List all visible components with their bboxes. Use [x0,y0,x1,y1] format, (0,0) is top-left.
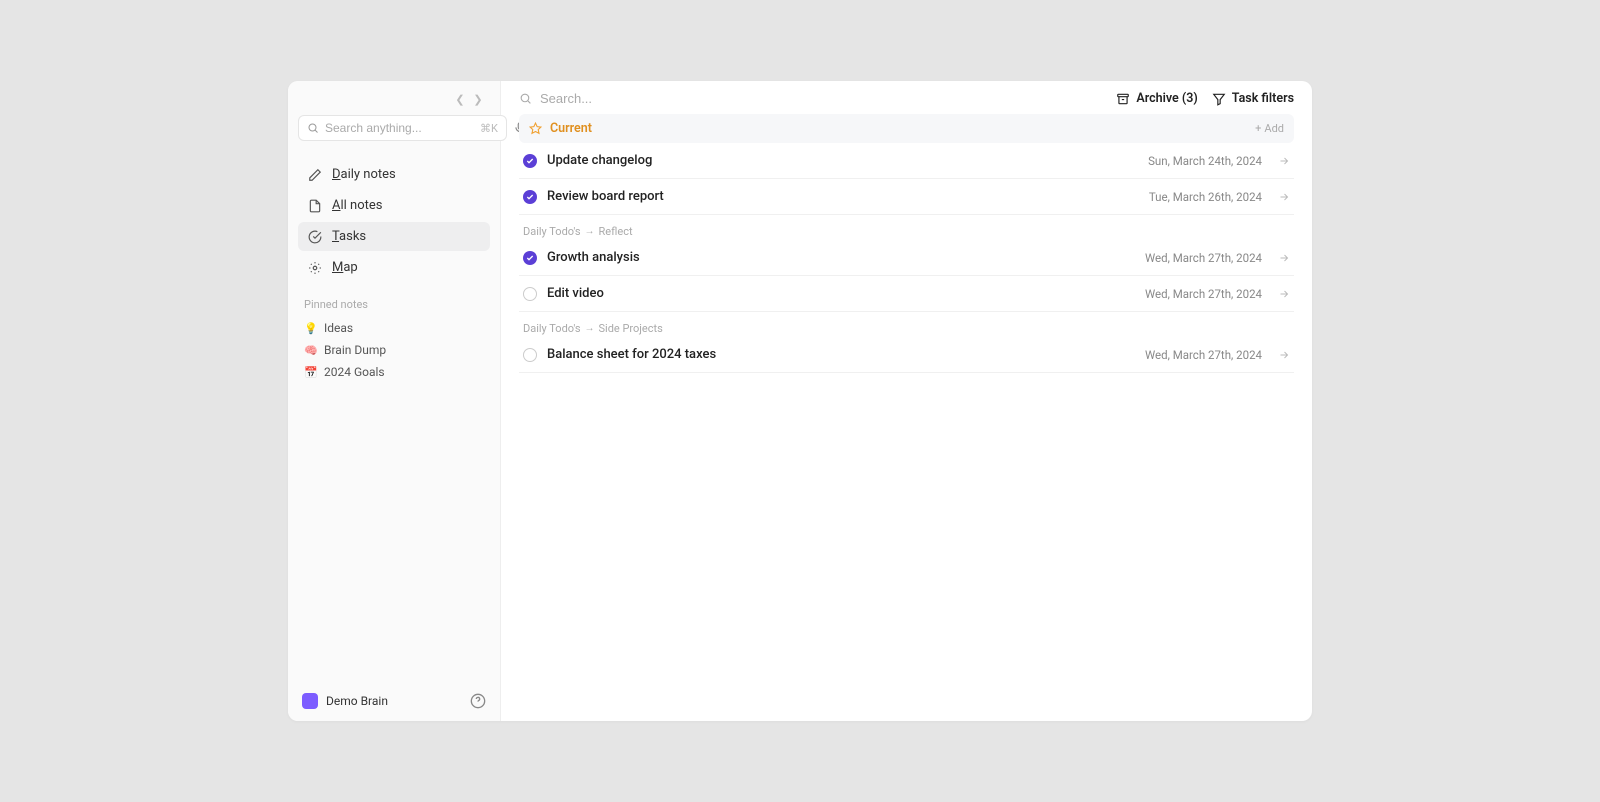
pinned-label: Brain Dump [324,343,386,357]
sidebar-search[interactable]: ⌘K [298,115,507,141]
help-icon [470,693,486,709]
pinned-item-brain-dump[interactable]: 🧠 Brain Dump [298,339,490,361]
add-label: Add [1264,122,1284,135]
help-button[interactable] [470,693,486,709]
task-breadcrumb: Daily Todo's → Side Projects [501,312,1312,337]
section-title: Current [550,121,1247,136]
task-title: Balance sheet for 2024 taxes [547,347,1135,362]
add-task-button[interactable]: + Add [1255,122,1284,135]
plus-icon: + [1255,122,1261,135]
task-date: Wed, March 27th, 2024 [1145,251,1262,265]
task-date: Wed, March 27th, 2024 [1145,348,1262,362]
breadcrumb-part[interactable]: Reflect [599,225,633,238]
brain-avatar-icon [302,693,318,709]
arrow-right-icon[interactable] [1278,252,1290,264]
bulb-icon: 💡 [304,322,318,335]
task-checkbox[interactable] [523,154,537,168]
task-group: Update changelog Sun, March 24th, 2024 R… [501,143,1312,215]
history-nav: ❮ ❯ [298,91,490,114]
task-title: Update changelog [547,153,1138,168]
task-group: Balance sheet for 2024 taxes Wed, March … [501,337,1312,373]
sidebar-item-daily-notes[interactable]: Daily notes [298,160,490,189]
pinned-label: 2024 Goals [324,365,385,379]
task-title: Growth analysis [547,250,1135,265]
nav-label: All notes [332,198,382,213]
sidebar-search-row: ⌘K [298,114,490,142]
sidebar-item-map[interactable]: Map [298,253,490,282]
check-icon [526,254,534,262]
task-checkbox[interactable] [523,287,537,301]
main-panel: Archive (3) Task filters Current + Add U… [501,81,1312,721]
archive-label: Archive (3) [1136,91,1197,106]
task-filters-button[interactable]: Task filters [1212,91,1294,106]
brain-icon: 🧠 [304,344,318,357]
task-row[interactable]: Review board report Tue, March 26th, 202… [519,179,1294,215]
brain-name: Demo Brain [326,694,388,708]
check-icon [526,193,534,201]
main-search[interactable] [519,91,1102,106]
check-circle-icon [308,230,322,244]
topbar: Archive (3) Task filters [501,81,1312,114]
archive-icon [1116,92,1130,106]
task-group: Growth analysis Wed, March 27th, 2024 Ed… [501,240,1312,312]
pencil-icon [308,168,322,182]
nav-back-icon[interactable]: ❮ [454,93,466,106]
search-icon [519,92,532,105]
check-icon [526,157,534,165]
breadcrumb-part[interactable]: Daily Todo's [523,225,581,238]
nav-forward-icon[interactable]: ❯ [472,93,484,106]
nav-label: Map [332,260,358,275]
nav-label: Daily notes [332,167,396,182]
task-checkbox[interactable] [523,190,537,204]
pinned-section-label: Pinned notes [298,284,490,317]
arrow-right-icon[interactable] [1278,349,1290,361]
task-title: Edit video [547,286,1135,301]
search-shortcut: ⌘K [480,122,498,135]
app-window: ❮ ❯ ⌘K Daily notes All notes [288,81,1312,721]
arrow-right-icon[interactable] [1278,155,1290,167]
star-icon [529,122,542,135]
breadcrumb-part[interactable]: Side Projects [599,322,663,335]
sidebar-nav: Daily notes All notes Tasks Map [298,160,490,284]
filters-label: Task filters [1232,91,1294,106]
calendar-icon: 📅 [304,366,318,379]
archive-button[interactable]: Archive (3) [1116,91,1197,106]
document-icon [308,199,322,213]
task-row[interactable]: Edit video Wed, March 27th, 2024 [519,276,1294,312]
sidebar-search-input[interactable] [325,121,480,135]
task-title: Review board report [547,189,1139,204]
task-checkbox[interactable] [523,348,537,362]
brain-switcher[interactable]: Demo Brain [302,693,388,709]
sidebar: ❮ ❯ ⌘K Daily notes All notes [288,81,501,721]
pinned-label: Ideas [324,321,353,335]
task-date: Sun, March 24th, 2024 [1148,154,1262,168]
search-icon [307,122,319,134]
chevron-right-icon: → [585,323,595,334]
arrow-right-icon[interactable] [1278,288,1290,300]
sidebar-item-all-notes[interactable]: All notes [298,191,490,220]
task-row[interactable]: Growth analysis Wed, March 27th, 2024 [519,240,1294,276]
gear-icon [308,261,322,275]
filter-icon [1212,92,1226,106]
chevron-right-icon: → [585,226,595,237]
pinned-item-ideas[interactable]: 💡 Ideas [298,317,490,339]
breadcrumb-part[interactable]: Daily Todo's [523,322,581,335]
task-date: Wed, March 27th, 2024 [1145,287,1262,301]
nav-label: Tasks [332,229,366,244]
main-search-input[interactable] [540,91,740,106]
section-header-current: Current + Add [519,114,1294,143]
task-checkbox[interactable] [523,251,537,265]
pinned-item-2024-goals[interactable]: 📅 2024 Goals [298,361,490,383]
sidebar-footer: Demo Brain [298,687,490,711]
sidebar-item-tasks[interactable]: Tasks [298,222,490,251]
task-breadcrumb: Daily Todo's → Reflect [501,215,1312,240]
task-row[interactable]: Balance sheet for 2024 taxes Wed, March … [519,337,1294,373]
arrow-right-icon[interactable] [1278,191,1290,203]
task-date: Tue, March 26th, 2024 [1149,190,1262,204]
task-row[interactable]: Update changelog Sun, March 24th, 2024 [519,143,1294,179]
